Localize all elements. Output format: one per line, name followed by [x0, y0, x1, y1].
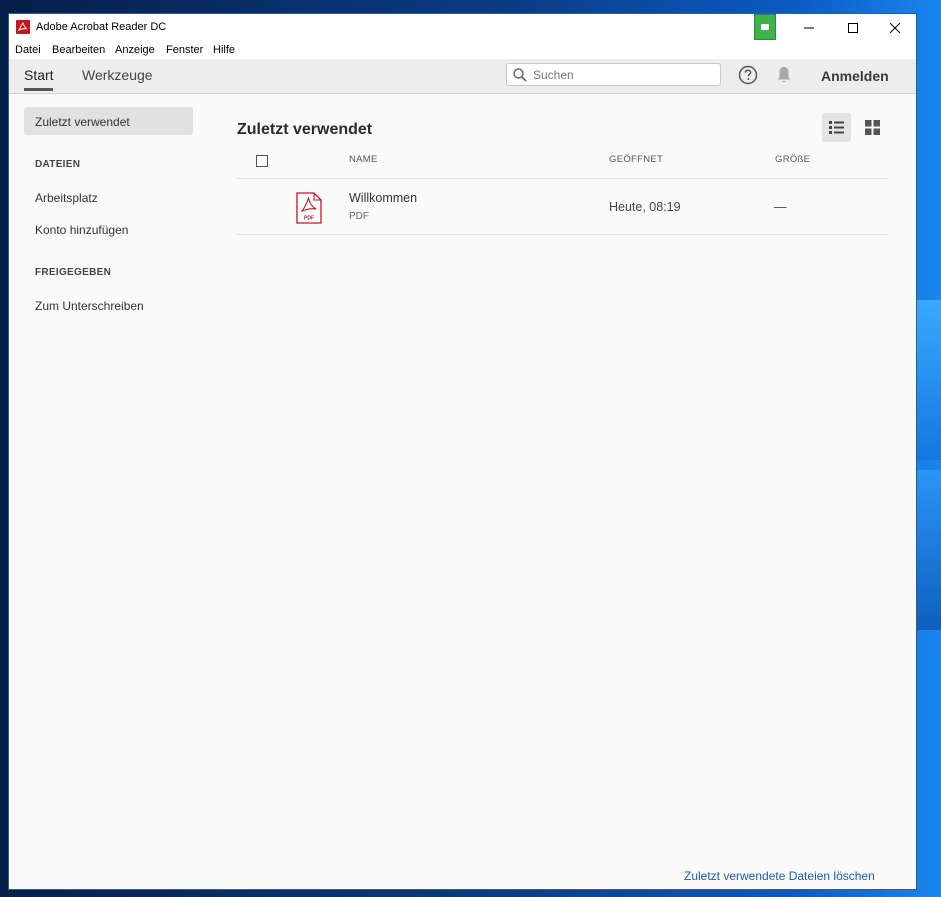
header-divider: [237, 178, 887, 179]
menu-datei[interactable]: Datei: [15, 44, 41, 56]
file-name[interactable]: Willkommen: [349, 191, 417, 205]
pdf-file-icon: PDF: [296, 192, 322, 224]
file-size: —: [774, 200, 787, 214]
sidebar-section-shared: FREIGEGEBEN: [35, 267, 112, 278]
column-header-name[interactable]: NAME: [349, 154, 378, 165]
bell-icon[interactable]: [776, 66, 792, 84]
active-tab-indicator: [24, 88, 53, 91]
menu-fenster[interactable]: Fenster: [166, 44, 203, 56]
window-title: Adobe Acrobat Reader DC: [36, 21, 167, 33]
search-icon: [513, 68, 527, 82]
acrobat-window: Adobe Acrobat Reader DC Datei Bearbeiten…: [9, 14, 916, 889]
sidebar-item-workspace[interactable]: Arbeitsplatz: [35, 191, 98, 205]
help-icon[interactable]: [738, 65, 758, 85]
acrobat-icon: [16, 20, 30, 34]
sidebar-item-to-sign[interactable]: Zum Unterschreiben: [35, 299, 144, 313]
grid-view-button[interactable]: [858, 113, 887, 142]
svg-text:PDF: PDF: [304, 216, 314, 222]
signin-button[interactable]: Anmelden: [821, 68, 889, 84]
list-view-button[interactable]: [822, 113, 851, 142]
list-view-icon: [829, 121, 844, 134]
select-all-checkbox[interactable]: [256, 155, 268, 167]
page-title: Zuletzt verwendet: [237, 121, 373, 138]
close-button[interactable]: [873, 14, 917, 42]
menu-anzeige[interactable]: Anzeige: [115, 44, 155, 56]
file-type: PDF: [349, 211, 369, 222]
column-header-size[interactable]: GRÖßE: [775, 154, 810, 165]
sidebar-item-add-account[interactable]: Konto hinzufügen: [35, 223, 128, 237]
desktop-accent-top: [916, 300, 941, 460]
minimize-button[interactable]: [787, 14, 831, 42]
tray-indicator-icon[interactable]: [754, 14, 776, 40]
column-header-opened[interactable]: GEÖFFNET: [609, 154, 663, 165]
menu-bearbeiten[interactable]: Bearbeiten: [52, 44, 105, 56]
maximize-button[interactable]: [831, 14, 875, 42]
row-divider: [237, 234, 887, 235]
clear-recent-files-link[interactable]: Zuletzt verwendete Dateien löschen: [684, 869, 875, 883]
search-box[interactable]: [506, 63, 721, 86]
app-toolbar: Start Werkzeuge Anmelden: [9, 59, 916, 94]
search-input[interactable]: [533, 66, 713, 83]
tab-start[interactable]: Start: [24, 67, 54, 83]
file-opened-time: Heute, 08:19: [609, 200, 681, 214]
desktop-accent-bottom: [916, 470, 941, 630]
sidebar: Zuletzt verwendet DATEIEN Arbeitsplatz K…: [9, 94, 209, 889]
tab-tools[interactable]: Werkzeuge: [82, 67, 153, 83]
menu-bar: Datei Bearbeiten Anzeige Fenster Hilfe: [9, 42, 916, 59]
title-bar: Adobe Acrobat Reader DC: [9, 14, 916, 42]
sidebar-section-files: DATEIEN: [35, 159, 81, 170]
menu-hilfe[interactable]: Hilfe: [213, 44, 235, 56]
grid-view-icon: [865, 120, 880, 135]
sidebar-item-recent-label[interactable]: Zuletzt verwendet: [35, 115, 130, 129]
